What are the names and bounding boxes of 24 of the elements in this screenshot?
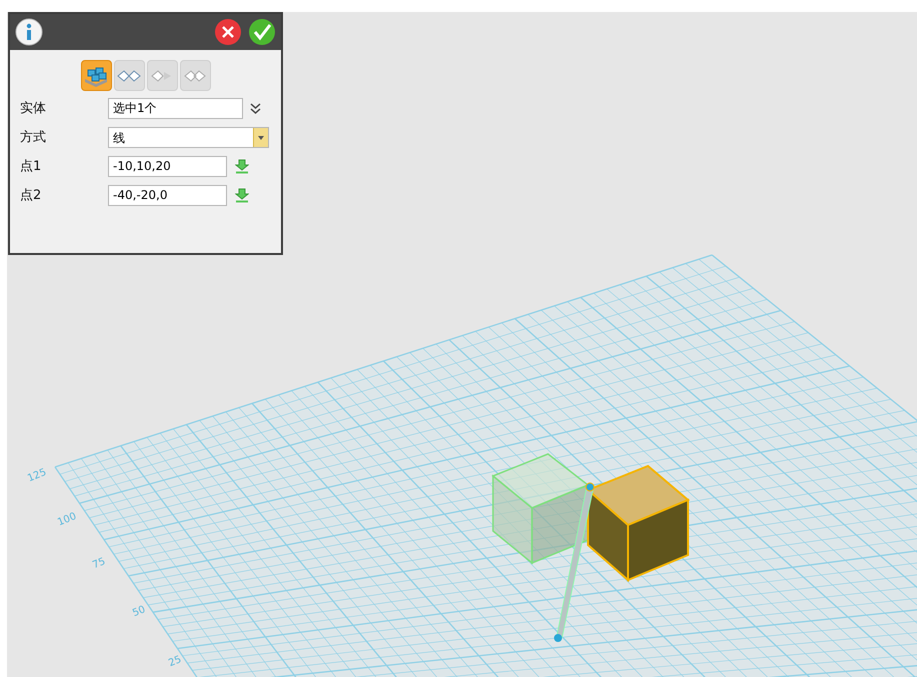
- check-icon[interactable]: [248, 18, 276, 46]
- selected-cube-drawing[interactable]: [586, 464, 690, 582]
- field-label: 方式: [20, 128, 47, 147]
- info-icon[interactable]: [15, 18, 43, 46]
- axis-label: 125: [26, 467, 48, 484]
- double-chevron-down-icon[interactable]: [250, 102, 261, 114]
- input-field[interactable]: -10,10,20: [108, 156, 227, 177]
- download-arrow-icon[interactable]: [235, 159, 249, 174]
- mode-button[interactable]: [80, 60, 112, 91]
- 3d-viewport[interactable]: 125 100 75 50 25 实体 选中1个 方式 线 点1 -10,10,20 点2 -40,-20,0: [7, 12, 917, 677]
- field-label: 点2: [20, 186, 42, 205]
- method-dropdown[interactable]: 线: [108, 127, 269, 148]
- axis-label: 25: [167, 654, 184, 670]
- input-field[interactable]: 选中1个: [108, 98, 243, 119]
- axis-label: 100: [56, 511, 78, 528]
- field-label: 点1: [20, 158, 42, 176]
- axis-label: 50: [131, 604, 148, 620]
- download-arrow-icon[interactable]: [235, 188, 249, 203]
- mode-button[interactable]: [114, 60, 144, 91]
- input-field[interactable]: -40,-20,0: [108, 185, 227, 206]
- field-label: 实体: [20, 100, 47, 118]
- axis-label: 75: [91, 556, 108, 572]
- blocks-icon: [83, 64, 109, 86]
- close-icon[interactable]: [214, 18, 242, 46]
